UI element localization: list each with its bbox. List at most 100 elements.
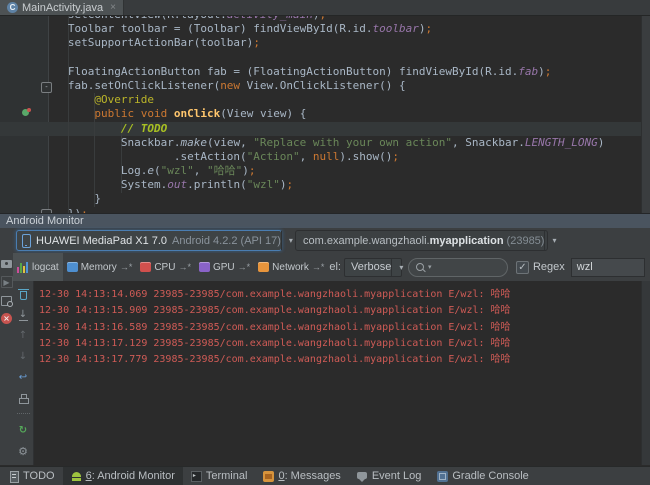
tab-label: logcat [32,262,59,273]
code-line: System.out.println("wzl"); [48,178,604,192]
code-token: ).show() [339,150,392,163]
filter-input[interactable]: wzl [571,258,645,277]
search-input[interactable]: ▾ [408,258,508,277]
code-token [134,107,141,120]
screen-record-icon[interactable]: ▶ [1,276,13,288]
code-token: fab.setOnClickListener( [48,79,220,92]
tab-mainactivity-java[interactable]: C MainActivity.java × [0,0,124,15]
statusbar-event-log[interactable]: Event Log [349,467,430,485]
override-method-icon[interactable] [22,108,32,117]
editor-scrollbar[interactable] [641,16,650,213]
soft-wraps-icon[interactable]: ↩ [17,371,30,384]
logcat-output[interactable]: 12-30 14:13:14.069 23985-23985/com.examp… [34,281,650,465]
code-token: ; [545,65,552,78]
code-line: } [48,192,604,206]
fold-marker-icon[interactable] [41,82,52,93]
memory-tab-icon [67,262,78,272]
regex-checkbox[interactable]: ✓ [516,261,529,274]
statusbar-terminal[interactable]: Terminal [183,467,256,485]
process-module: myapplication [430,235,504,247]
statusbar-label: TODO [23,470,55,482]
log-line: 12-30 14:13:15.909 23985-23985/com.examp… [39,303,650,319]
statusbar-messages[interactable]: 0: Messages [255,467,348,485]
code-line: Toolbar toolbar = (Toolbar) findViewById… [48,22,604,36]
tab-label: Memory [81,262,117,273]
down-stack-trace-icon[interactable]: ↓ [17,350,30,363]
code-token: ) [313,16,320,21]
code-token: ; [426,22,433,35]
code-token: null [313,150,340,163]
log-level-select[interactable]: Verbose ▾ [344,258,402,277]
todo-icon [8,471,19,482]
chevron-down-icon[interactable]: ▾ [544,231,563,250]
code-token: .setAction( [48,150,247,163]
code-editor[interactable]: setContentView(R.layout.activity_main); … [0,16,650,213]
up-stack-trace-icon[interactable]: ↑ [17,329,30,342]
code-token: ; [392,150,399,163]
code-token: @Override [94,93,154,106]
code-token: toolbar [373,22,419,35]
terminate-application-icon[interactable]: × [1,313,12,324]
monitor-tab-logcat[interactable]: logcat [13,253,63,281]
toolbar-separator [17,413,30,416]
code-token: , [300,150,313,163]
tab-title: MainActivity.java [22,2,103,14]
code-token: onClick [174,107,220,120]
monitor-tab-network[interactable]: Network→* [254,253,328,281]
search-icon [416,263,424,271]
logcat-lines: 12-30 14:13:14.069 23985-23985/com.examp… [34,281,650,368]
statusbar-label: 6: Android Monitor [86,470,175,482]
messages-icon [263,471,274,482]
code-token: "哈哈" [207,164,242,177]
monitor-tab-memory[interactable]: Memory→* [63,253,137,281]
gradle-icon [437,471,448,482]
code-token [48,93,94,106]
code-line: @Override [48,93,604,107]
search-options-icon[interactable]: ▾ [428,263,432,271]
code-token: System. [48,178,167,191]
tab-live-icon: →* [120,262,133,272]
logcat-side-toolbar: ↓ ↑ ↓ ↩ ↻ ⚙ [13,281,34,465]
monitor-tab-cpu[interactable]: CPU→* [136,253,195,281]
code-token: "Replace with your own action" [253,136,452,149]
status-bar: TODO 6: Android Monitor Terminal 0: Message… [0,466,650,485]
logcat-settings-icon[interactable]: ⚙ [17,445,30,458]
statusbar-label: Terminal [206,470,248,482]
java-class-icon: C [7,2,18,13]
device-selector[interactable]: HUAWEI MediaPad X1 7.0 Android 4.2.2 (AP… [16,230,282,251]
monitor-tab-gpu[interactable]: GPU→* [195,253,254,281]
logcat-scrollbar[interactable] [641,281,650,465]
android-monitor-header[interactable]: Android Monitor [0,213,650,228]
process-package: com.example.wangzhaoli. [303,235,430,247]
statusbar-label: Gradle Console [452,470,528,482]
tab-label: GPU [213,262,235,273]
statusbar-android-monitor[interactable]: 6: Android Monitor [63,467,183,485]
process-selector[interactable]: com.example.wangzhaoli.myapplication (23… [295,230,548,251]
code-token: "wzl" [161,164,194,177]
code-token: Snackbar. [48,136,180,149]
code-token: Log. [48,164,147,177]
android-monitor-title: Android Monitor [6,215,84,227]
print-icon[interactable] [17,392,30,405]
editor-tab-bar: C MainActivity.java × [0,0,650,16]
close-tab-icon[interactable]: × [110,2,116,13]
phone-icon [22,234,31,248]
statusbar-gradle-console[interactable]: Gradle Console [429,467,536,485]
logcat-tab-icon [17,262,29,273]
clear-logcat-icon[interactable] [17,287,30,300]
screenshot-icon[interactable] [0,257,13,270]
code-token: ; [253,36,260,49]
scroll-to-end-icon[interactable]: ↓ [17,308,30,321]
code-token [48,122,121,135]
code-lines: setContentView(R.layout.activity_main); … [48,16,604,213]
code-token: ) [598,136,605,149]
statusbar-todo[interactable]: TODO [0,467,63,485]
log-level-value: Verbose [351,261,391,273]
device-detail: Android 4.2.2 (API 17) [172,235,281,247]
gpu-tab-icon [199,262,210,272]
code-token: public [94,107,134,120]
restart-icon[interactable]: ↻ [17,424,30,437]
network-tab-icon [258,262,269,272]
fold-marker-icon[interactable] [41,209,52,213]
capture-system-info-icon[interactable] [0,294,13,307]
